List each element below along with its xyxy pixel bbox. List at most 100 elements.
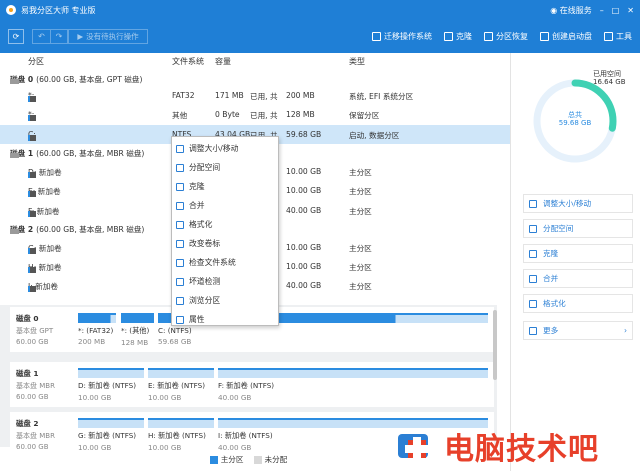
context-menu-label: 格式化 xyxy=(189,220,213,229)
minimize-button[interactable]: – xyxy=(600,6,604,15)
side-action-label: 合并 xyxy=(543,274,559,283)
disk-info: (60.00 GB, 基本盘, MBR 磁盘) xyxy=(36,225,145,234)
maximize-button[interactable]: □ xyxy=(612,6,620,15)
app-title: 易我分区大师 专业版 xyxy=(21,5,96,15)
partition-total: 40.00 GB xyxy=(286,281,322,290)
play-icon: ▶ xyxy=(77,32,84,41)
disk-name: 磁盘 1 (60.00 GB, 基本盘, MBR 磁盘) xyxy=(10,148,144,159)
online-service-link[interactable]: ◉ 在线服务 xyxy=(550,5,592,16)
chevron-right-icon: › xyxy=(623,326,627,335)
undo-button[interactable]: ↶ xyxy=(32,29,50,44)
col-capacity: 容量 xyxy=(215,57,231,66)
side-action-format[interactable]: 格式化 xyxy=(523,294,633,313)
side-action-clone[interactable]: 克隆 xyxy=(523,244,633,263)
side-action-resize[interactable]: 调整大小/移动 xyxy=(523,194,633,213)
side-action-label: 克隆 xyxy=(543,249,559,258)
tools-icon xyxy=(604,32,613,41)
disk-info: (60.00 GB, 基本盘, GPT 磁盘) xyxy=(36,75,143,84)
context-menu-item[interactable]: 检查文件系统 xyxy=(172,253,278,272)
partition-used-label: 已用, 共 xyxy=(250,111,278,120)
disk-info: (60.00 GB, 基本盘, MBR 磁盘) xyxy=(36,149,145,158)
partition-map-size: 59.68 GB xyxy=(158,337,192,346)
partition-used: 0 Byte xyxy=(215,110,240,119)
partition-total: 10.00 GB xyxy=(286,243,322,252)
partition-type: 系统, EFI 系统分区 xyxy=(349,92,414,101)
partition-map-label: H: 新加卷 (NTFS) xyxy=(148,431,206,440)
disk-icon xyxy=(10,153,19,158)
partition-name: *: xyxy=(28,91,36,102)
context-menu-item[interactable]: 格式化 xyxy=(172,215,278,234)
context-menu-label: 属性 xyxy=(189,315,205,324)
side-action-merge[interactable]: 合并 xyxy=(523,269,633,288)
legend-unallocated: 未分配 xyxy=(253,454,287,465)
partition-row[interactable]: *: 其他 0 Byte 已用, 共 128 MB 保留分区 xyxy=(0,105,510,124)
context-menu-item[interactable]: 调整大小/移动 xyxy=(172,139,278,158)
partition-used-label: 已用, 共 xyxy=(250,92,278,101)
side-action-label: 调整大小/移动 xyxy=(543,199,592,208)
partition-map-size: 10.00 GB xyxy=(78,393,112,402)
disk-name: 磁盘 0 (60.00 GB, 基本盘, GPT 磁盘) xyxy=(10,74,142,85)
disk-map-size: 60.00 GB xyxy=(16,338,49,346)
redo-icon: ↷ xyxy=(55,32,63,41)
disk-map-partition[interactable]: *: (FAT32) 200 MB xyxy=(78,313,116,349)
context-menu-item[interactable]: 属性 xyxy=(172,310,278,329)
side-action-more[interactable]: 更多 › xyxy=(523,321,633,340)
context-menu-label: 检查文件系统 xyxy=(189,258,236,267)
toolbar-recovery-button[interactable]: 分区恢复 xyxy=(484,31,528,42)
partition-usage-bar xyxy=(78,418,144,428)
legend-primary: 主分区 xyxy=(209,454,244,465)
context-menu-item[interactable]: 浏览分区 xyxy=(172,291,278,310)
used-space-value: 16.64 GB xyxy=(593,78,626,86)
partition-fs: 其他 xyxy=(172,111,188,120)
context-menu-item[interactable]: 改变卷标 xyxy=(172,234,278,253)
partition-name: E: 新加卷 xyxy=(28,186,61,197)
close-button[interactable]: ✕ xyxy=(627,6,634,15)
partition-fs: FAT32 xyxy=(172,91,195,100)
partition-icon xyxy=(28,115,36,121)
partition-map-size: 128 MB xyxy=(121,338,149,347)
partition-total: 40.00 GB xyxy=(286,206,322,215)
allocate-icon xyxy=(529,224,537,233)
context-menu-label: 合并 xyxy=(189,201,205,210)
redo-button[interactable]: ↷ xyxy=(50,29,68,44)
partition-type: 主分区 xyxy=(349,244,372,253)
partition-used: 171 MB xyxy=(215,91,244,100)
toolbar-tool-label: 克隆 xyxy=(456,32,472,41)
disk-map-scrollbar[interactable] xyxy=(493,310,497,380)
refresh-button[interactable]: ⟳ xyxy=(8,29,24,44)
partition-map-size: 200 MB xyxy=(78,337,106,346)
legend-primary-label: 主分区 xyxy=(220,454,244,464)
resize-icon xyxy=(529,199,537,208)
partition-row[interactable]: *: FAT32 171 MB 已用, 共 200 MB 系统, EFI 系统分区 xyxy=(0,86,510,105)
apply-button[interactable]: ▶ 没有待执行操作 xyxy=(68,29,148,44)
toolbar-migrate-os-button[interactable]: 迁移操作系统 xyxy=(372,31,432,42)
disk-map-partition[interactable]: E: 新加卷 (NTFS) 10.00 GB xyxy=(148,368,214,404)
toolbar-bootdisk-button[interactable]: 创建启动盘 xyxy=(540,31,592,42)
more-icon xyxy=(529,326,537,335)
used-space-readout: 已用空间 16.64 GB xyxy=(593,70,626,86)
disk-map-name: 磁盘 1 xyxy=(16,369,39,378)
total-readout: 总共 59.68 GB xyxy=(545,111,605,127)
partition-usage-bar xyxy=(148,418,214,428)
partition-name: H: 新加卷 xyxy=(28,262,61,273)
partition-total: 128 MB xyxy=(286,110,315,119)
disk-map-type: 基本盘 MBR xyxy=(16,432,55,440)
toolbar-clone-button[interactable]: 克隆 xyxy=(444,31,472,42)
disk-map-partition[interactable]: F: 新加卷 (NTFS) 40.00 GB xyxy=(218,368,488,404)
context-menu-item[interactable]: 合并 xyxy=(172,196,278,215)
disk-map-size: 60.00 GB xyxy=(16,393,49,401)
toolbar-tools-button[interactable]: 工具 xyxy=(604,31,632,42)
col-partition: 分区 xyxy=(28,57,44,66)
disk-map-partition[interactable]: D: 新加卷 (NTFS) 10.00 GB xyxy=(78,368,144,404)
context-menu-item[interactable]: 坏道检测 xyxy=(172,272,278,291)
partition-total: 10.00 GB xyxy=(286,262,322,271)
toolbar-tool-label: 迁移操作系统 xyxy=(384,32,432,41)
side-action-label: 更多 xyxy=(543,326,559,335)
context-menu-item[interactable]: 克隆 xyxy=(172,177,278,196)
context-menu-item[interactable]: 分配空间 xyxy=(172,158,278,177)
refresh-icon: ⟳ xyxy=(12,32,20,41)
disk-map-partition[interactable]: *: (其他) 128 MB xyxy=(121,313,154,349)
side-action-allocate[interactable]: 分配空间 xyxy=(523,219,633,238)
partition-name: D: 新加卷 xyxy=(28,167,62,178)
partition-name: F: 新加卷 xyxy=(28,206,60,217)
